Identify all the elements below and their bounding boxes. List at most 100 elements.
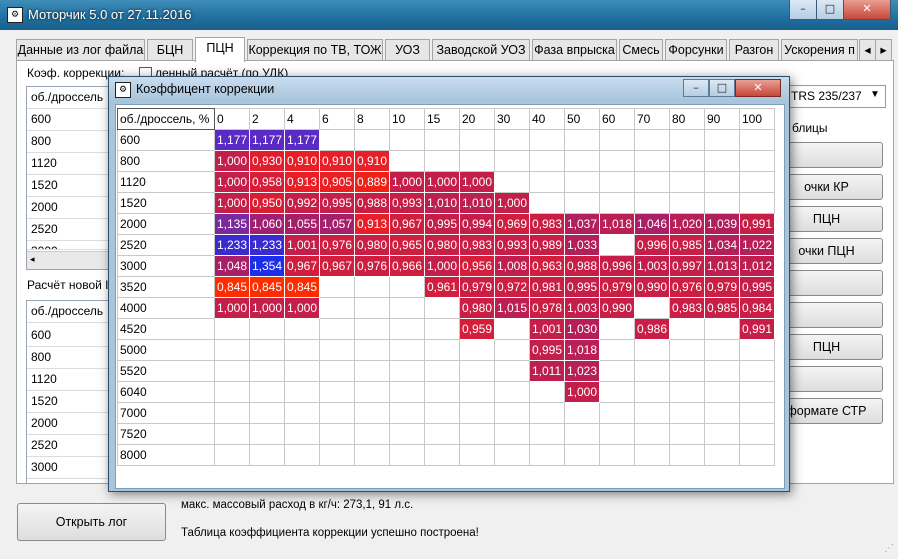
table-cell[interactable] — [494, 360, 530, 382]
table-row-header[interactable]: 2000 — [117, 213, 215, 235]
table-cell[interactable] — [214, 339, 250, 361]
table-cell[interactable] — [669, 402, 705, 424]
table-cell[interactable] — [564, 192, 600, 214]
table-cell[interactable]: 0,983 — [669, 297, 705, 319]
table-cell[interactable] — [494, 444, 530, 466]
table-column-header[interactable]: 15 — [424, 108, 460, 130]
table-cell[interactable] — [529, 381, 565, 403]
table-cell[interactable]: 0,995 — [424, 213, 460, 235]
table-cell[interactable]: 1,023 — [564, 360, 600, 382]
horizontal-scrollbar[interactable]: ◂ — [27, 251, 111, 269]
table-cell[interactable] — [319, 339, 355, 361]
new-grid-row[interactable]: 800 — [27, 347, 109, 369]
table-cell[interactable]: 1,013 — [704, 255, 740, 277]
table-cell[interactable] — [494, 150, 530, 172]
table-cell[interactable]: 0,969 — [494, 213, 530, 235]
table-cell[interactable] — [529, 402, 565, 424]
table-cell[interactable]: 0,991 — [739, 213, 775, 235]
table-cell[interactable] — [319, 381, 355, 403]
table-row-header[interactable]: 8000 — [117, 444, 215, 466]
table-cell[interactable]: 0,889 — [354, 171, 390, 193]
table-cell[interactable]: 1,000 — [249, 297, 285, 319]
table-cell[interactable] — [669, 339, 705, 361]
table-cell[interactable]: 0,972 — [494, 276, 530, 298]
table-cell[interactable] — [494, 423, 530, 445]
table-cell[interactable]: 0,961 — [424, 276, 460, 298]
table-cell[interactable] — [669, 171, 705, 193]
tab-scroll-right-button[interactable]: ▸ — [875, 39, 892, 60]
table-cell[interactable] — [704, 318, 740, 340]
table-cell[interactable] — [284, 339, 320, 361]
table-cell[interactable]: 1,000 — [389, 171, 425, 193]
table-cell[interactable]: 1,000 — [564, 381, 600, 403]
table-cell[interactable]: 0,930 — [249, 150, 285, 172]
table-cell[interactable] — [599, 360, 635, 382]
table-cell[interactable]: 1,020 — [669, 213, 705, 235]
table-cell[interactable]: 0,845 — [214, 276, 250, 298]
table-cell[interactable]: 1,011 — [529, 360, 565, 382]
table-cell[interactable]: 0,980 — [459, 297, 495, 319]
table-row-header[interactable]: 1120 — [117, 171, 215, 193]
table-cell[interactable]: 0,956 — [459, 255, 495, 277]
table-cell[interactable]: 0,959 — [459, 318, 495, 340]
table-cell[interactable] — [634, 360, 670, 382]
profile-dropdown[interactable]: TRS 235/237 ▼ — [786, 85, 886, 108]
table-row-header[interactable]: 600 — [117, 129, 215, 151]
table-cell[interactable]: 1,000 — [214, 171, 250, 193]
table-cell[interactable]: 0,985 — [704, 297, 740, 319]
table-cell[interactable]: 1,000 — [214, 297, 250, 319]
table-cell[interactable]: 0,988 — [564, 255, 600, 277]
table-cell[interactable] — [599, 339, 635, 361]
table-cell[interactable] — [704, 339, 740, 361]
table-cell[interactable] — [704, 402, 740, 424]
table-cell[interactable]: 1,060 — [249, 213, 285, 235]
table-column-header[interactable]: 50 — [564, 108, 600, 130]
table-cell[interactable] — [284, 444, 320, 466]
table-cell[interactable]: 1,010 — [459, 192, 495, 214]
minimize-button[interactable]: – — [789, 0, 817, 20]
table-column-header[interactable]: 80 — [669, 108, 705, 130]
table-cell[interactable] — [494, 318, 530, 340]
table-cell[interactable]: 1,039 — [704, 213, 740, 235]
table-cell[interactable] — [494, 402, 530, 424]
table-cell[interactable] — [389, 381, 425, 403]
dialog-maximize-button[interactable]: □ — [709, 79, 735, 97]
table-cell[interactable]: 1,001 — [529, 318, 565, 340]
table-cell[interactable]: 0,992 — [284, 192, 320, 214]
table-cell[interactable] — [249, 360, 285, 382]
table-cell[interactable] — [424, 339, 460, 361]
table-cell[interactable] — [669, 423, 705, 445]
table-cell[interactable] — [319, 276, 355, 298]
table-column-header[interactable]: 40 — [529, 108, 565, 130]
table-cell[interactable]: 0,983 — [529, 213, 565, 235]
tab-mixture[interactable]: Смесь — [619, 39, 663, 60]
table-cell[interactable] — [599, 423, 635, 445]
table-cell[interactable]: 1,000 — [424, 255, 460, 277]
table-cell[interactable]: 1,012 — [739, 255, 775, 277]
table-cell[interactable] — [599, 402, 635, 424]
table-cell[interactable]: 0,996 — [599, 255, 635, 277]
table-cell[interactable]: 1,033 — [564, 234, 600, 256]
table-cell[interactable] — [459, 381, 495, 403]
table-cell[interactable] — [389, 360, 425, 382]
new-grid-row[interactable]: 1120 — [27, 369, 109, 391]
table-cell[interactable]: 0,985 — [669, 234, 705, 256]
tab-acceleration[interactable]: Разгон — [729, 39, 779, 60]
table-cell[interactable] — [669, 129, 705, 151]
table-cell[interactable] — [249, 444, 285, 466]
table-cell[interactable] — [669, 381, 705, 403]
table-cell[interactable] — [214, 444, 250, 466]
table-cell[interactable]: 1,055 — [284, 213, 320, 235]
coef-grid-row[interactable]: 3000 — [27, 241, 109, 250]
table-cell[interactable]: 0,967 — [389, 213, 425, 235]
table-cell[interactable]: 1,057 — [319, 213, 355, 235]
table-cell[interactable]: 0,950 — [249, 192, 285, 214]
table-cell[interactable] — [739, 192, 775, 214]
table-cell[interactable]: 1,000 — [284, 297, 320, 319]
table-cell[interactable]: 0,984 — [739, 297, 775, 319]
table-cell[interactable] — [389, 276, 425, 298]
table-row-header[interactable]: 2520 — [117, 234, 215, 256]
table-cell[interactable] — [284, 318, 320, 340]
table-cell[interactable] — [424, 423, 460, 445]
table-cell[interactable] — [249, 402, 285, 424]
